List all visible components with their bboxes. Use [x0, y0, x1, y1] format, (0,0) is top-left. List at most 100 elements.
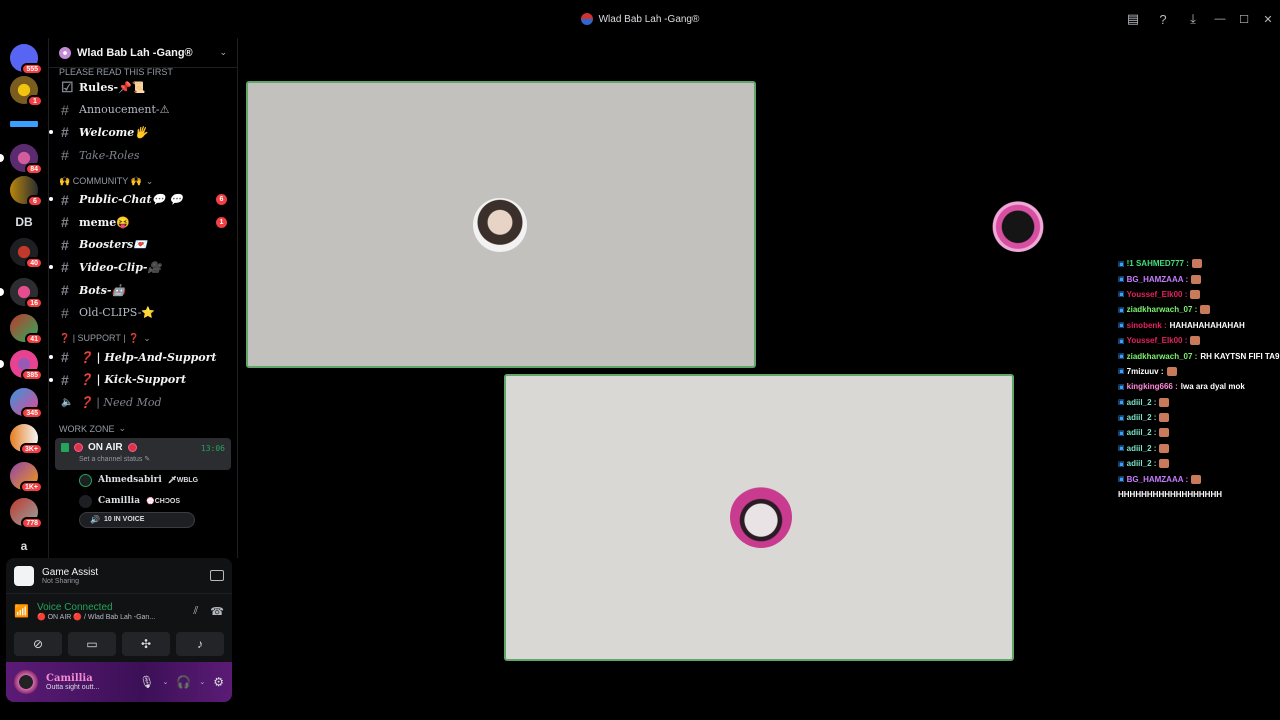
chat-message: HHHHHHHHHHHHHHHHHH	[1118, 487, 1280, 500]
hash-icon: #	[61, 349, 69, 366]
channel-meme[interactable]: # meme😝 1	[49, 211, 237, 234]
channel-boosters[interactable]: # Boosters💌	[49, 234, 237, 257]
notification-badge: 385	[21, 369, 43, 381]
download-icon[interactable]: ⤓	[1178, 4, 1208, 34]
channel-video-clip[interactable]: # Video-Clip-🎥	[49, 256, 237, 279]
category-label: WORK ZONE	[59, 423, 115, 434]
voice-user[interactable]: Camillia 💮CHƆOS	[49, 491, 237, 512]
server-icon[interactable]: 1	[10, 76, 43, 107]
unread-dot	[49, 354, 53, 359]
emote-icon	[1159, 428, 1170, 438]
chevron-down-icon: ⌄	[143, 333, 151, 344]
server-icon[interactable]: a	[10, 532, 38, 560]
server-icon[interactable]: 16	[0, 278, 43, 309]
avatar	[79, 494, 92, 508]
user-badge-icon: ▣	[1118, 306, 1125, 314]
user-panel: Game Assist Not Sharing 📶 Voice Connecte…	[6, 558, 232, 702]
server-icon[interactable]: 84	[0, 144, 43, 175]
close-button[interactable]: ✕	[1256, 4, 1280, 34]
server-icon[interactable]: 345	[10, 388, 43, 419]
server-icon[interactable]	[10, 110, 38, 138]
disconnect-icon[interactable]: ☎	[210, 605, 224, 618]
microphone-icon[interactable]: 🎙	[139, 675, 154, 689]
in-voice-pill[interactable]: 🔊 10 IN VOICE	[79, 511, 195, 528]
category-support[interactable]: ❓ | SUPPORT | ❓ ⌄	[49, 332, 237, 346]
chat-message: ▣ adiil_2 :	[1118, 456, 1280, 471]
chat-username: !1 SAHMED777 :	[1126, 259, 1189, 269]
chevron-down-icon[interactable]: ⌄	[199, 678, 205, 686]
maximize-button[interactable]: ☐	[1232, 4, 1256, 34]
notification-badge: 40	[25, 257, 43, 269]
voice-timer: 13:06	[200, 443, 225, 453]
voice-connected-label[interactable]: Voice Connected	[37, 602, 155, 613]
title-bar: Wlad Bab Lah -Gang® ▤ ? ⤓ — ☐ ✕	[0, 0, 1280, 38]
channel-public-chat[interactable]: # Public-Chat💬 💬 6	[49, 188, 237, 211]
channel-label: ❓ | Help-And-Support	[79, 350, 217, 364]
server-icon[interactable]: DB	[10, 208, 38, 236]
minimize-button[interactable]: —	[1208, 4, 1232, 34]
channel-help-and-support[interactable]: # ❓ | Help-And-Support	[49, 346, 237, 369]
channel-old-clips[interactable]: # Old-CLIPS-⭐	[49, 301, 237, 324]
server-header[interactable]: Wlad Bab Lah -Gang® ⌄	[49, 38, 237, 68]
game-assist[interactable]: Game Assist Not Sharing	[6, 558, 232, 594]
activities-button[interactable]: ✣	[122, 632, 170, 656]
mention-badge: 1	[216, 216, 227, 228]
voice-channel-on-air[interactable]: ON AIR 13:06 Set a channel status ✎	[55, 437, 231, 470]
direct-messages-button[interactable]: 555	[10, 44, 43, 75]
camera-off-button[interactable]: ⊘	[14, 632, 62, 656]
chevron-down-icon[interactable]: ⌄	[163, 678, 169, 686]
headphones-icon[interactable]: 🎧	[176, 675, 191, 689]
chat-username: ziadkharwach_07 :	[1126, 351, 1198, 361]
avatar	[79, 473, 92, 487]
soundboard-button[interactable]: ♪	[176, 632, 224, 656]
help-icon[interactable]: ?	[1148, 4, 1178, 34]
server-icon[interactable]: 41	[10, 314, 43, 345]
channel-label: Annoucement-⚠	[79, 103, 170, 117]
user-badge-icon: ▣	[1118, 291, 1125, 299]
share-screen-icon[interactable]	[210, 570, 224, 581]
category-header[interactable]: PLEASE READ THIS FIRST	[49, 68, 237, 76]
channel-bots[interactable]: # Bots-🤖	[49, 279, 237, 302]
voice-user[interactable]: Ahmedsabiri 🗡WBLG	[49, 470, 237, 491]
server-icon[interactable]: 3K+	[10, 424, 43, 455]
user-badge-icon: ▣	[1118, 383, 1125, 391]
window-title-text: Wlad Bab Lah -Gang®	[598, 13, 700, 25]
category-community[interactable]: 🙌 COMMUNITY 🙌 ⌄	[49, 174, 237, 188]
gear-icon[interactable]: ⚙	[213, 675, 224, 689]
server-icon[interactable]: 40	[10, 238, 43, 269]
notification-badge: 345	[21, 407, 43, 419]
in-voice-count: 10 IN VOICE	[103, 516, 145, 524]
channel-kick-support[interactable]: # ❓ | Kick-Support	[49, 369, 237, 392]
channel-take-roles[interactable]: # Take-Roles	[49, 144, 237, 167]
screen-share-button[interactable]: ▭	[68, 632, 116, 656]
channel-rules[interactable]: ☑ Rules-📌📜	[49, 76, 237, 99]
channel-need-mod[interactable]: 🔈 ❓ | Need Mod	[49, 391, 237, 414]
channel-label: meme😝	[79, 215, 130, 229]
chat-message: ▣ !1 SAHMED777 :	[1118, 256, 1280, 271]
chat-username: sinobenk :	[1126, 320, 1167, 330]
chevron-down-icon: ⌄	[118, 423, 127, 434]
channel-label: Take-Roles	[79, 148, 140, 162]
category-work-zone[interactable]: WORK ZONE ⌄	[49, 422, 237, 436]
user-badge-icon: ▣	[1118, 337, 1125, 345]
avatar[interactable]	[14, 670, 38, 694]
inbox-icon[interactable]: ▤	[1118, 4, 1148, 34]
notification-badge: 1	[27, 95, 43, 107]
server-icon[interactable]: 6	[10, 176, 43, 207]
channel-welcome[interactable]: # Welcome🖐	[49, 121, 237, 144]
user-name[interactable]: Camillia	[46, 673, 99, 684]
chat-text: HHHHHHHHHHHHHHHHHH	[1118, 490, 1222, 500]
red-circle-icon	[74, 442, 83, 452]
noise-suppression-icon[interactable]: ⫽	[193, 605, 198, 618]
channel-announcement[interactable]: # Annoucement-⚠	[49, 99, 237, 122]
participant-avatar	[473, 198, 527, 252]
emote-icon	[1191, 474, 1202, 484]
server-icon[interactable]: 778	[10, 498, 43, 529]
server-icon[interactable]: 1K+	[10, 462, 43, 493]
camera-off-icon: ⊘	[32, 637, 44, 651]
channel-status-input[interactable]: Set a channel status ✎	[79, 455, 225, 463]
server-icon[interactable]: 385	[0, 350, 43, 381]
user-tag: 💮CHƆOS	[146, 498, 181, 506]
chat-username: Youssef_Elk00 :	[1126, 336, 1188, 346]
voice-channel-name: ON AIR	[88, 441, 123, 453]
